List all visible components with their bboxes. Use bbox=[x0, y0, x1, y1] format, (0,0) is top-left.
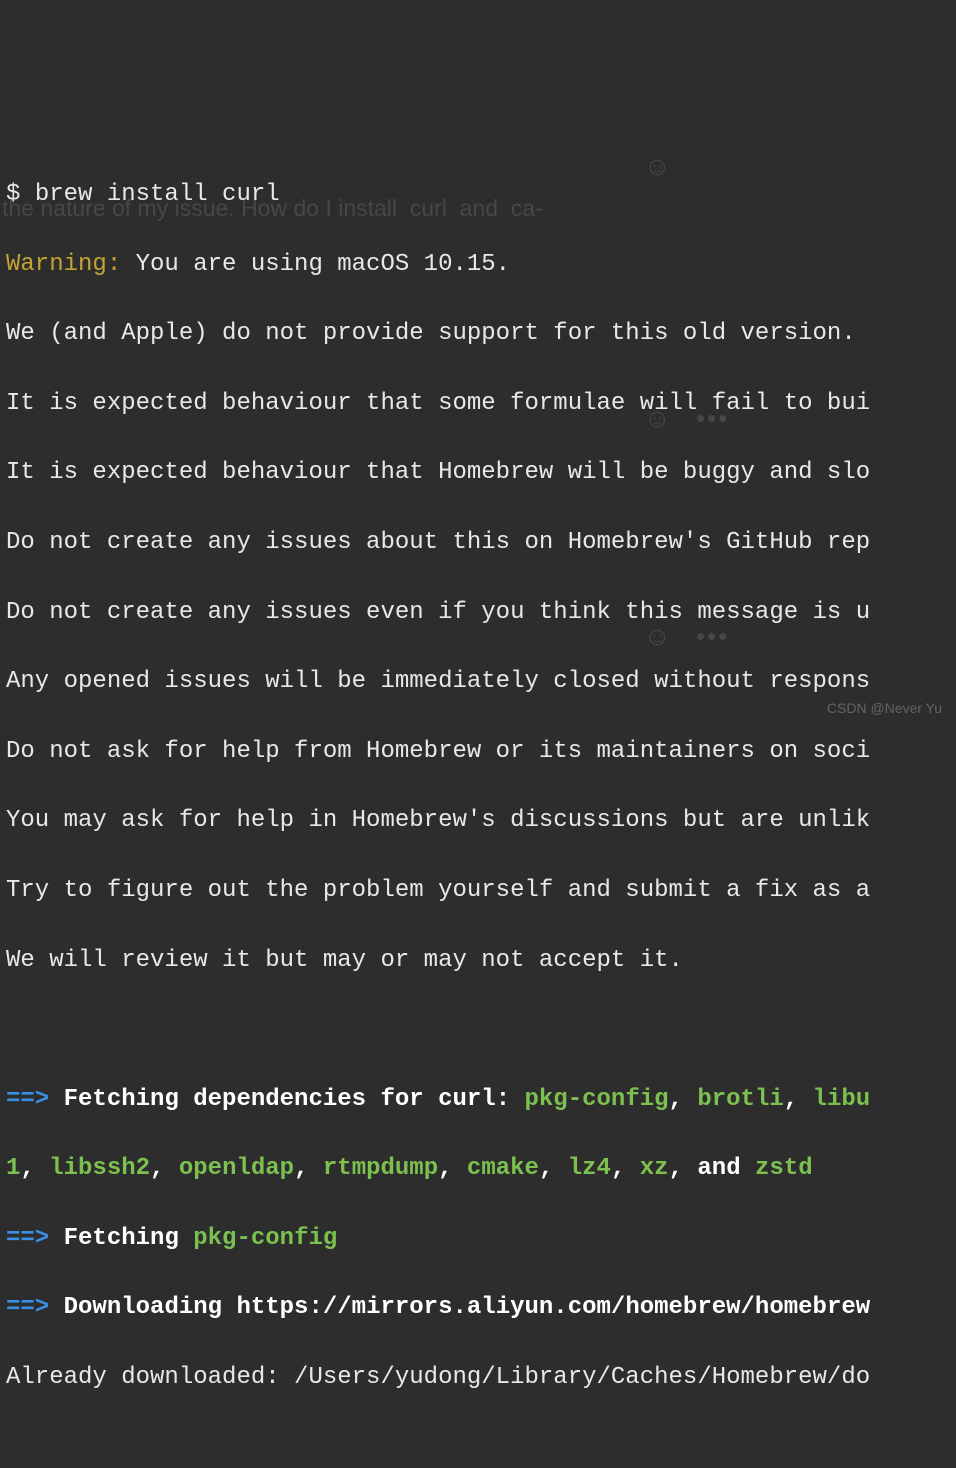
warning-line: Warning: You are using macOS 10.15. bbox=[6, 248, 950, 283]
warning-label: Warning: bbox=[6, 251, 121, 278]
fetch-deps-line-2: 1, libssh2, openldap, rtmpdump, cmake, l… bbox=[6, 1152, 950, 1187]
blank-line bbox=[6, 1013, 950, 1048]
already-downloaded-line: Already downloaded: /Users/yudong/Librar… bbox=[6, 1361, 950, 1396]
fetching-package: pkg-config bbox=[193, 1225, 337, 1252]
dependency: zstd bbox=[755, 1155, 813, 1182]
dependency: libu bbox=[813, 1086, 871, 1113]
output-line: We will review it but may or may not acc… bbox=[6, 944, 950, 979]
arrow-icon: ==> bbox=[6, 1225, 49, 1252]
warning-message: You are using macOS 10.15. bbox=[121, 251, 510, 278]
fetching-label: Fetching bbox=[49, 1225, 193, 1252]
output-line: It is expected behaviour that some formu… bbox=[6, 387, 950, 422]
downloading-line: ==> Downloading https://mirrors.aliyun.c… bbox=[6, 1291, 950, 1326]
arrow-icon: ==> bbox=[6, 1294, 49, 1321]
separator: , bbox=[438, 1155, 467, 1182]
separator: , bbox=[539, 1155, 568, 1182]
dependency: xz bbox=[640, 1155, 669, 1182]
fetch-deps-label: Fetching dependencies for curl: bbox=[49, 1086, 524, 1113]
dependency: lz4 bbox=[568, 1155, 611, 1182]
fetching-line: ==> Fetching pkg-config bbox=[6, 1222, 950, 1257]
output-line: We (and Apple) do not provide support fo… bbox=[6, 317, 950, 352]
dependency: rtmpdump bbox=[323, 1155, 438, 1182]
downloading-label: Downloading https://mirrors.aliyun.com/h… bbox=[49, 1294, 870, 1321]
output-line: You may ask for help in Homebrew's discu… bbox=[6, 804, 950, 839]
dependency: cmake bbox=[467, 1155, 539, 1182]
arrow-icon: ==> bbox=[6, 1086, 49, 1113]
separator: , bbox=[20, 1155, 49, 1182]
dependency: libssh2 bbox=[49, 1155, 150, 1182]
fetch-deps-line: ==> Fetching dependencies for curl: pkg-… bbox=[6, 1083, 950, 1118]
dependency: pkg-config bbox=[525, 1086, 669, 1113]
separator: , bbox=[784, 1086, 813, 1113]
separator: , bbox=[150, 1155, 179, 1182]
separator: , bbox=[669, 1086, 698, 1113]
separator: , bbox=[611, 1155, 640, 1182]
separator: , bbox=[294, 1155, 323, 1182]
prompt-symbol: $ bbox=[6, 181, 35, 208]
output-line: Do not create any issues even if you thi… bbox=[6, 596, 950, 631]
command-text: brew install curl bbox=[35, 181, 280, 208]
output-line: It is expected behaviour that Homebrew w… bbox=[6, 456, 950, 491]
dependency-fragment: 1 bbox=[6, 1155, 20, 1182]
command-line: $ brew install curl bbox=[6, 178, 950, 213]
dependency: brotli bbox=[697, 1086, 783, 1113]
dependency: openldap bbox=[179, 1155, 294, 1182]
separator: , and bbox=[669, 1155, 755, 1182]
output-line: Try to figure out the problem yourself a… bbox=[6, 874, 950, 909]
output-line: Any opened issues will be immediately cl… bbox=[6, 665, 950, 700]
output-line: Do not create any issues about this on H… bbox=[6, 526, 950, 561]
terminal-output: $ brew install curl Warning: You are usi… bbox=[6, 143, 950, 1430]
output-line: Do not ask for help from Homebrew or its… bbox=[6, 735, 950, 770]
